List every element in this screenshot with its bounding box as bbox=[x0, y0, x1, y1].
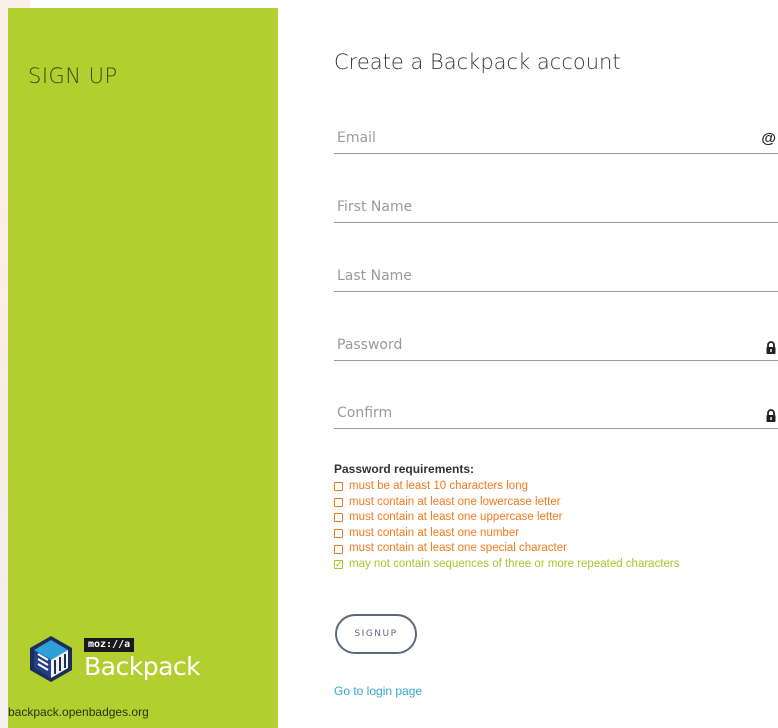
brand-logo: moz://a Backpack bbox=[26, 634, 226, 686]
sidebar-title: SIGN UP bbox=[28, 64, 118, 88]
checkbox-checked-icon: ✓ bbox=[334, 559, 343, 570]
signup-form: Create a Backpack account @ Password req… bbox=[334, 0, 778, 728]
password-field-wrapper bbox=[334, 331, 778, 361]
requirement-item: must contain at least one uppercase lett… bbox=[334, 510, 680, 526]
lock-icon bbox=[766, 341, 776, 354]
page-title: Create a Backpack account bbox=[334, 50, 621, 74]
signup-button[interactable]: SIGNUP bbox=[335, 614, 417, 654]
checkbox-empty-icon bbox=[334, 497, 343, 507]
at-icon: @ bbox=[761, 130, 776, 147]
email-field-wrapper: @ bbox=[334, 124, 778, 154]
backpack-logo-icon bbox=[30, 636, 72, 682]
first-name-field-wrapper bbox=[334, 193, 778, 223]
password-input[interactable] bbox=[337, 334, 737, 356]
requirement-item: must contain at least one lowercase lett… bbox=[334, 495, 680, 511]
checkbox-empty-icon bbox=[334, 529, 343, 539]
brand-name: Backpack bbox=[84, 652, 201, 681]
requirement-item: must be at least 10 characters long bbox=[334, 479, 680, 495]
site-url: backpack.openbadges.org bbox=[8, 705, 149, 719]
confirm-password-input[interactable] bbox=[337, 402, 737, 424]
checkbox-empty-icon bbox=[334, 482, 343, 492]
checkbox-empty-icon bbox=[334, 513, 343, 523]
login-link[interactable]: Go to login page bbox=[334, 684, 422, 698]
confirm-field-wrapper bbox=[334, 399, 778, 429]
requirements-list: must be at least 10 characters long must… bbox=[334, 479, 680, 573]
first-name-input[interactable] bbox=[337, 196, 737, 218]
sidebar: SIGN UP moz://a Backpack backpack.openba… bbox=[8, 8, 278, 728]
requirement-item-met: ✓ may not contain sequences of three or m… bbox=[334, 557, 680, 570]
last-name-input[interactable] bbox=[337, 265, 737, 287]
checkbox-empty-icon bbox=[334, 544, 343, 554]
requirement-item: must contain at least one number bbox=[334, 526, 680, 542]
last-name-field-wrapper bbox=[334, 262, 778, 292]
email-input[interactable] bbox=[337, 127, 737, 149]
mozilla-tag: moz://a bbox=[84, 638, 135, 652]
requirement-item: must contain at least one special charac… bbox=[334, 541, 680, 557]
requirements-title: Password requirements: bbox=[334, 462, 475, 476]
lock-icon bbox=[766, 409, 776, 422]
